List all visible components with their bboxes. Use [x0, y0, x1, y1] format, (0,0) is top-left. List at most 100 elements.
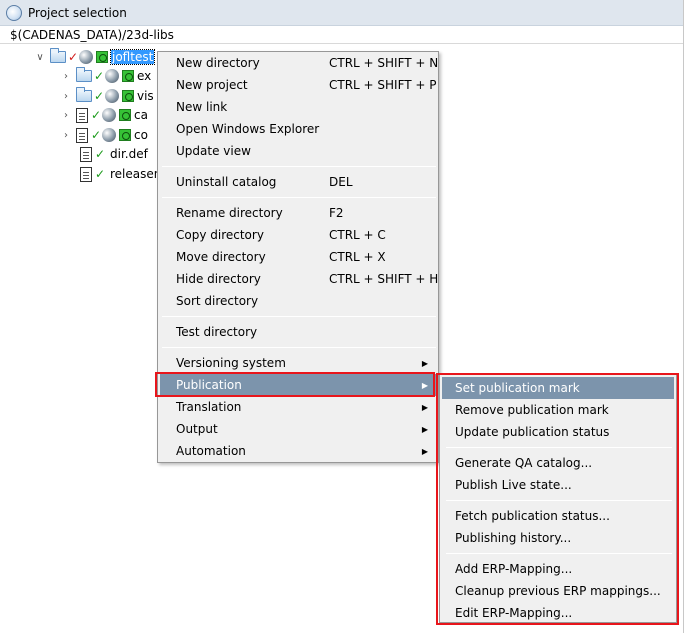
catalog-status-icon [122, 90, 134, 102]
menu-item-update-view[interactable]: Update view [160, 140, 436, 162]
folder-icon [76, 67, 92, 82]
submenu-item-set-publication-mark[interactable]: Set publication mark [442, 377, 674, 399]
green-check-icon: ✓ [95, 167, 106, 181]
menu-item-label: Versioning system [176, 356, 286, 370]
globe-icon [105, 69, 119, 83]
menu-item-shortcut: F2 [329, 206, 344, 220]
submenu-item-publishing-history[interactable]: Publishing history... [442, 527, 674, 549]
path-field[interactable]: $(CADENAS_DATA)/23d-libs [0, 26, 684, 44]
green-check-icon: ✓ [94, 89, 105, 103]
menu-item-label: Open Windows Explorer [176, 122, 320, 136]
catalog-status-icon [122, 70, 134, 82]
menu-item-sort-directory[interactable]: Sort directory [160, 290, 436, 312]
menu-item-test-directory[interactable]: Test directory [160, 321, 436, 343]
menu-item-shortcut: CTRL + SHIFT + H [329, 272, 439, 286]
submenu-item-label: Cleanup previous ERP mappings... [455, 584, 661, 598]
submenu-item-fetch-publication-status[interactable]: Fetch publication status... [442, 505, 674, 527]
submenu-item-cleanup-erp-mappings[interactable]: Cleanup previous ERP mappings... [442, 580, 674, 602]
menu-item-shortcut: CTRL + SHIFT + P [329, 78, 437, 92]
submenu-item-update-publication-status[interactable]: Update publication status [442, 421, 674, 443]
submenu-item-label: Publish Live state... [455, 478, 572, 492]
submenu-arrow-icon: ▶ [421, 402, 428, 412]
globe-icon [79, 50, 93, 64]
window-titlebar: Project selection [0, 0, 684, 26]
submenu-item-edit-erp-mapping[interactable]: Edit ERP-Mapping... [442, 602, 674, 624]
context-menu: New directory CTRL + SHIFT + N New proje… [157, 51, 439, 463]
globe-icon [102, 108, 116, 122]
menu-separator [446, 447, 672, 448]
menu-item-publication[interactable]: Publication ▶ [160, 374, 436, 396]
submenu-item-label: Publishing history... [455, 531, 572, 545]
menu-item-label: Automation [176, 444, 246, 458]
submenu-item-add-erp-mapping[interactable]: Add ERP-Mapping... [442, 558, 674, 580]
green-check-icon: ✓ [94, 69, 105, 83]
tree-row[interactable]: › ✓ ca [60, 105, 148, 125]
submenu-arrow-icon: ▶ [421, 358, 428, 368]
submenu-item-label: Edit ERP-Mapping... [455, 606, 573, 620]
menu-item-shortcut: DEL [329, 175, 353, 189]
menu-item-versioning-system[interactable]: Versioning system ▶ [160, 352, 436, 374]
menu-item-translation[interactable]: Translation ▶ [160, 396, 436, 418]
window-title: Project selection [28, 5, 127, 20]
menu-item-label: Hide directory [176, 272, 261, 286]
catalog-status-icon [119, 129, 131, 141]
tree-row[interactable]: ✓ releasen [80, 164, 161, 184]
tree-item-label[interactable]: vis [137, 89, 154, 103]
tree-item-label[interactable]: ca [134, 108, 148, 122]
submenu-arrow-icon: ▶ [421, 424, 428, 434]
document-icon [80, 146, 92, 162]
submenu-item-remove-publication-mark[interactable]: Remove publication mark [442, 399, 674, 421]
catalog-status-icon [119, 109, 131, 121]
green-check-icon: ✓ [91, 108, 102, 122]
chevron-down-icon[interactable]: ∨ [34, 51, 46, 63]
menu-item-output[interactable]: Output ▶ [160, 418, 436, 440]
chevron-right-icon[interactable]: › [60, 109, 72, 121]
tree-row-root[interactable]: ∨ ✓ jofltest [34, 47, 156, 67]
tree-item-label[interactable]: releasen [110, 167, 161, 181]
menu-item-label: Rename directory [176, 206, 283, 220]
tree-item-label[interactable]: dir.def [110, 147, 148, 161]
tree-item-label[interactable]: ex [137, 69, 151, 83]
document-icon [76, 127, 88, 143]
menu-item-copy-directory[interactable]: Copy directory CTRL + C [160, 224, 436, 246]
menu-separator [446, 553, 672, 554]
red-check-icon: ✓ [68, 50, 79, 64]
menu-separator [162, 316, 436, 317]
menu-item-new-project[interactable]: New project CTRL + SHIFT + P [160, 74, 437, 96]
menu-item-label: Sort directory [176, 294, 259, 308]
menu-item-new-link[interactable]: New link [160, 96, 436, 118]
globe-icon [105, 89, 119, 103]
chevron-right-icon[interactable]: › [60, 70, 72, 82]
submenu-item-label: Fetch publication status... [455, 509, 610, 523]
submenu-item-label: Generate QA catalog... [455, 456, 593, 470]
menu-item-rename-directory[interactable]: Rename directory F2 [160, 202, 436, 224]
menu-item-uninstall-catalog[interactable]: Uninstall catalog DEL [160, 171, 436, 193]
open-folder-icon [50, 48, 66, 63]
menu-item-hide-directory[interactable]: Hide directory CTRL + SHIFT + H [160, 268, 439, 290]
menu-item-new-directory[interactable]: New directory CTRL + SHIFT + N [160, 52, 438, 74]
menu-item-label: Output [176, 422, 218, 436]
chevron-right-icon[interactable]: › [60, 129, 72, 141]
tree-row[interactable]: › ✓ co [60, 125, 148, 145]
tree-row[interactable]: ✓ dir.def [80, 144, 148, 164]
submenu-item-generate-qa-catalog[interactable]: Generate QA catalog... [442, 452, 674, 474]
chevron-right-icon[interactable]: › [60, 90, 72, 102]
menu-item-label: New link [176, 100, 228, 114]
menu-item-label: Publication [176, 378, 242, 392]
tree-item-label[interactable]: co [134, 128, 148, 142]
menu-item-shortcut: CTRL + X [329, 250, 386, 264]
globe-icon [102, 128, 116, 142]
menu-separator [446, 500, 672, 501]
menu-item-move-directory[interactable]: Move directory CTRL + X [160, 246, 436, 268]
tree-row[interactable]: › ✓ vis [60, 86, 154, 106]
tree-root-label[interactable]: jofltest [109, 49, 156, 65]
submenu-item-label: Set publication mark [455, 381, 580, 395]
tree-row[interactable]: › ✓ ex [60, 66, 151, 86]
menu-item-automation[interactable]: Automation ▶ [160, 440, 436, 462]
menu-separator [162, 347, 436, 348]
submenu-item-publish-live-state[interactable]: Publish Live state... [442, 474, 674, 496]
submenu-item-label: Add ERP-Mapping... [455, 562, 573, 576]
submenu-arrow-icon: ▶ [421, 380, 428, 390]
document-icon [80, 166, 92, 182]
menu-item-open-windows-explorer[interactable]: Open Windows Explorer [160, 118, 436, 140]
